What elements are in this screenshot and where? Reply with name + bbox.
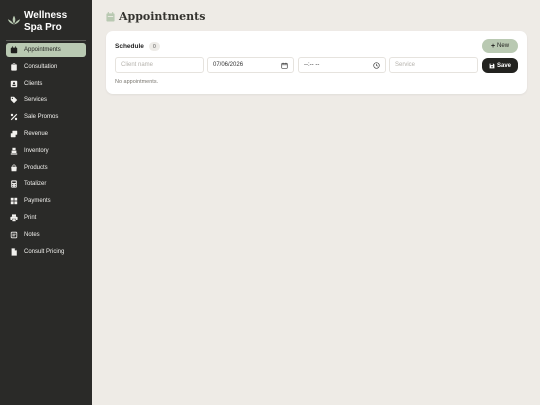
- sidebar-item-clients[interactable]: Clients: [6, 77, 86, 91]
- sidebar-item-label: Sale Promos: [24, 114, 59, 121]
- schedule-title: Schedule: [115, 43, 144, 50]
- sidebar-item-totalizer[interactable]: Totalizer: [6, 177, 86, 191]
- note-icon: [10, 231, 18, 238]
- sidebar-item-label: Products: [24, 164, 48, 171]
- page-title: Appointments: [119, 10, 206, 23]
- page-header: Appointments: [106, 10, 205, 23]
- sidebar-item-label: Consultation: [24, 63, 58, 70]
- printer-icon: [10, 214, 18, 222]
- sidebar-item-services[interactable]: Services: [6, 93, 86, 107]
- save-button[interactable]: Save: [482, 58, 518, 73]
- sidebar-item-label: Revenue: [24, 130, 49, 137]
- sidebar-item-consult-pricing[interactable]: Consult Pricing: [6, 245, 86, 259]
- count-badge: 0: [148, 42, 160, 51]
- calculator-icon: [11, 180, 17, 188]
- plus-icon: +: [490, 42, 496, 50]
- time-value: --:-- --: [304, 62, 320, 68]
- save-icon: [489, 63, 495, 68]
- new-button-label: New: [497, 43, 510, 49]
- sidebar-item-label: Notes: [24, 231, 40, 238]
- sidebar: Wellness Spa Pro Appointments Consultati…: [0, 0, 92, 405]
- brand: Wellness Spa Pro: [7, 10, 87, 34]
- sidebar-item-appointments[interactable]: Appointments: [6, 43, 86, 57]
- save-button-label: Save: [496, 62, 511, 69]
- sidebar-item-revenue[interactable]: Revenue: [6, 127, 86, 141]
- calendar-icon: [106, 11, 115, 21]
- sidebar-item-print[interactable]: Print: [6, 211, 86, 225]
- sidebar-item-label: Clients: [24, 80, 43, 87]
- time-input[interactable]: --:-- --: [298, 57, 386, 73]
- clock-icon[interactable]: [373, 61, 380, 69]
- sidebar-item-notes[interactable]: Notes: [6, 228, 86, 242]
- service-input[interactable]: Service: [389, 57, 478, 73]
- schedule-card: Schedule 0 + New Client name 07/06/2026 …: [106, 31, 527, 94]
- money-icon: [10, 130, 18, 138]
- tag-icon: [10, 97, 18, 104]
- sidebar-item-consultation[interactable]: Consultation: [6, 60, 86, 74]
- grid-icon: [10, 197, 18, 205]
- sidebar-item-label: Totalizer: [24, 181, 47, 188]
- service-placeholder: Service: [395, 62, 416, 68]
- sidebar-item-inventory[interactable]: Inventory: [6, 144, 86, 158]
- sidebar-item-label: Services: [24, 97, 48, 104]
- new-appointment-button[interactable]: + New: [482, 39, 518, 53]
- schedule-header: Schedule 0: [115, 42, 160, 51]
- empty-state-text: No appointments.: [115, 79, 159, 85]
- dolly-icon: [10, 147, 18, 155]
- sidebar-nav: Appointments Consultation Clients Servic…: [6, 43, 86, 261]
- contact-card-icon: [10, 80, 18, 87]
- sidebar-item-payments[interactable]: Payments: [6, 194, 86, 208]
- client-name-placeholder: Client name: [121, 62, 154, 68]
- sidebar-item-products[interactable]: Products: [6, 161, 86, 175]
- clipboard-icon: [11, 63, 17, 71]
- sidebar-item-label: Appointments: [24, 47, 61, 53]
- client-name-input[interactable]: Client name: [115, 57, 204, 73]
- percent-icon: [10, 113, 18, 121]
- sidebar-divider: [6, 40, 86, 41]
- sidebar-item-sale-promos[interactable]: Sale Promos: [6, 110, 86, 124]
- sidebar-item-label: Payments: [24, 198, 51, 205]
- calendar-picker-icon[interactable]: [281, 62, 288, 69]
- sidebar-item-label: Inventory: [24, 147, 49, 154]
- sidebar-item-label: Consult Pricing: [24, 248, 65, 255]
- calendar-icon: [10, 46, 18, 54]
- lotus-icon: [7, 15, 21, 25]
- shopping-bag-icon: [11, 164, 17, 171]
- file-icon: [11, 247, 17, 256]
- brand-title: Wellness Spa Pro: [24, 10, 68, 33]
- sidebar-item-label: Print: [24, 214, 37, 221]
- date-value: 07/06/2026: [213, 62, 244, 68]
- date-input[interactable]: 07/06/2026: [207, 57, 294, 73]
